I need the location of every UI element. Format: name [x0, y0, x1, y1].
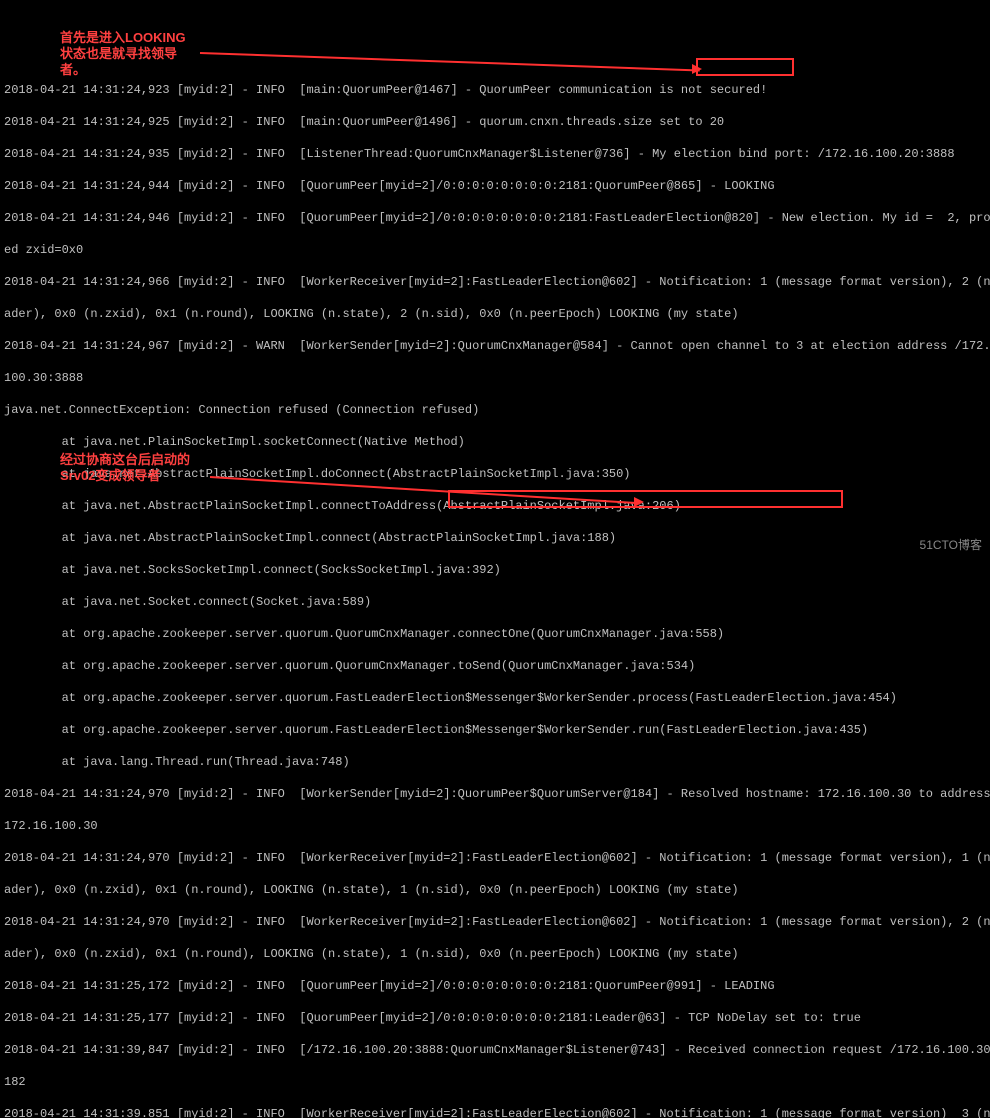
log-line: at java.lang.Thread.run(Thread.java:748) — [4, 754, 986, 770]
annotation-text: 首先是进入LOOKING — [60, 30, 220, 46]
log-line: ader), 0x0 (n.zxid), 0x1 (n.round), LOOK… — [4, 946, 986, 962]
annotation-text: Srv02变成领导者 — [60, 468, 220, 484]
watermark-text: 51CTO博客 — [920, 537, 982, 553]
log-line: 2018-04-21 14:31:39,847 [myid:2] - INFO … — [4, 1042, 986, 1058]
log-line: at java.net.SocksSocketImpl.connect(Sock… — [4, 562, 986, 578]
log-line: 2018-04-21 14:31:25,172 [myid:2] - INFO … — [4, 978, 986, 994]
annotation-leading-state: 经过协商这台后启动的 Srv02变成领导者 — [60, 452, 220, 484]
log-line: 2018-04-21 14:31:39.851 [myid:2] - INFO … — [4, 1106, 986, 1118]
log-line: at java.net.PlainSocketImpl.socketConnec… — [4, 434, 986, 450]
log-line: 2018-04-21 14:31:24,944 [myid:2] - INFO … — [4, 178, 986, 194]
log-line: ed zxid=0x0 — [4, 242, 986, 258]
log-line: at org.apache.zookeeper.server.quorum.Qu… — [4, 658, 986, 674]
log-line: ader), 0x0 (n.zxid), 0x1 (n.round), LOOK… — [4, 882, 986, 898]
log-line: 2018-04-21 14:31:24,970 [myid:2] - INFO … — [4, 850, 986, 866]
log-line: 172.16.100.30 — [4, 818, 986, 834]
log-line: 2018-04-21 14:31:24,967 [myid:2] - WARN … — [4, 338, 986, 354]
log-line: 2018-04-21 14:31:24,935 [myid:2] - INFO … — [4, 146, 986, 162]
log-line: 2018-04-21 14:31:25,177 [myid:2] - INFO … — [4, 1010, 986, 1026]
terminal-output: 2018-04-21 14:31:24,923 [myid:2] - INFO … — [0, 64, 990, 1118]
log-line: at java.net.Socket.connect(Socket.java:5… — [4, 594, 986, 610]
log-line: 2018-04-21 14:31:24,966 [myid:2] - INFO … — [4, 274, 986, 290]
annotation-text: 状态也是就寻找领导 — [60, 46, 220, 62]
log-line: java.net.ConnectException: Connection re… — [4, 402, 986, 418]
log-line: 2018-04-21 14:31:24,946 [myid:2] - INFO … — [4, 210, 986, 226]
log-line: 100.30:3888 — [4, 370, 986, 386]
log-line: at org.apache.zookeeper.server.quorum.Fa… — [4, 690, 986, 706]
log-line: 2018-04-21 14:31:24,970 [myid:2] - INFO … — [4, 786, 986, 802]
log-line: at java.net.AbstractPlainSocketImpl.conn… — [4, 530, 986, 546]
annotation-looking-state: 首先是进入LOOKING 状态也是就寻找领导 者。 — [60, 30, 220, 78]
arrow-head-icon — [634, 497, 644, 507]
log-line: 182 — [4, 1074, 986, 1090]
log-line: at org.apache.zookeeper.server.quorum.Qu… — [4, 626, 986, 642]
log-line: ader), 0x0 (n.zxid), 0x1 (n.round), LOOK… — [4, 306, 986, 322]
log-line: 2018-04-21 14:31:24,925 [myid:2] - INFO … — [4, 114, 986, 130]
annotation-text: 经过协商这台后启动的 — [60, 452, 220, 468]
annotation-text: 者。 — [60, 62, 220, 78]
log-line: at org.apache.zookeeper.server.quorum.Fa… — [4, 722, 986, 738]
log-line: at java.net.AbstractPlainSocketImpl.conn… — [4, 498, 986, 514]
arrow-head-icon — [692, 64, 702, 74]
log-line: 2018-04-21 14:31:24,970 [myid:2] - INFO … — [4, 914, 986, 930]
log-line: 2018-04-21 14:31:24,923 [myid:2] - INFO … — [4, 82, 986, 98]
